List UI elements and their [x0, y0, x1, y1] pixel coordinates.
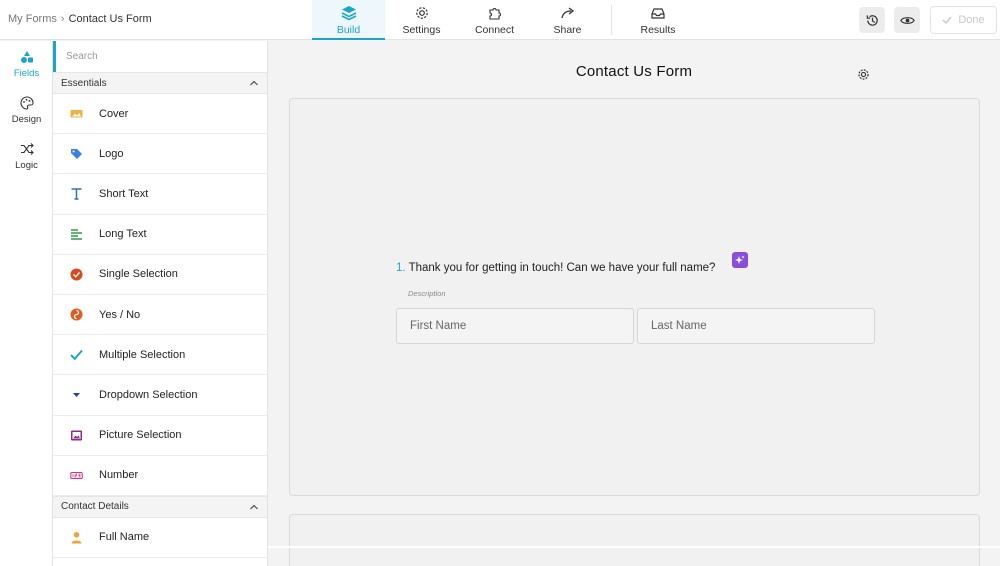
puzzle-icon	[488, 8, 501, 20]
field-short-text[interactable]: Short Text	[53, 174, 267, 215]
field-single-selection[interactable]: Single Selection	[53, 255, 267, 295]
chevron-up-icon	[250, 504, 258, 510]
rail-design[interactable]: Design	[0, 87, 53, 133]
section-essentials-header[interactable]: Essentials	[53, 72, 267, 94]
check-circle-icon	[70, 268, 82, 281]
triangle-down-icon	[72, 393, 80, 398]
paragraph-icon	[70, 228, 82, 240]
field-multiple-selection[interactable]: Multiple Selection	[53, 335, 267, 376]
done-label: Done	[958, 14, 985, 26]
person-icon	[71, 531, 81, 544]
form-canvas: Contact Us Form 1. Thank you for getting …	[268, 41, 1000, 566]
tab-label: Connect	[474, 24, 515, 36]
question-description[interactable]: Description	[408, 289, 446, 298]
rail-label: Design	[11, 113, 42, 125]
field-full-name[interactable]: Full Name	[53, 518, 267, 559]
ai-assist-button[interactable]	[732, 252, 748, 268]
breadcrumb-current: Contact Us Form	[68, 13, 152, 25]
field-label: Cover	[99, 107, 129, 120]
tab-label: Results	[640, 24, 676, 36]
question-card[interactable]: 1. Thank you for getting in touch! Can we…	[289, 98, 980, 496]
section-title: Essentials	[61, 77, 107, 89]
layers-icon	[341, 6, 356, 21]
shuffle-icon	[20, 142, 34, 155]
breadcrumb-separator: ›	[60, 13, 65, 25]
gear-icon	[415, 7, 428, 19]
history-icon	[866, 14, 878, 26]
field-label: Full Name	[99, 531, 150, 544]
field-label: Multiple Selection	[99, 348, 186, 361]
cover-icon	[70, 110, 82, 118]
field-logo[interactable]: Logo	[53, 134, 267, 175]
question-number: 1.	[396, 262, 406, 274]
preview-button[interactable]	[894, 7, 920, 33]
eye-icon	[899, 16, 915, 24]
inbox-icon	[651, 8, 665, 19]
tab-results[interactable]: Results	[616, 0, 700, 40]
field-label: Yes / No	[99, 308, 141, 321]
top-bar: My Forms › Contact Us Form Build Setting…	[0, 0, 1000, 40]
fields-icon	[20, 50, 33, 63]
tab-connect[interactable]: Connect	[458, 0, 531, 40]
first-name-input[interactable]: First Name	[396, 308, 634, 344]
left-rail: Fields Design Logic	[0, 41, 53, 566]
tab-divider	[611, 5, 612, 35]
done-button[interactable]: Done	[930, 6, 997, 34]
field-label: Number	[99, 469, 139, 482]
share-arrow-icon	[560, 7, 574, 19]
tab-share[interactable]: Share	[531, 0, 604, 40]
main-tabs: Build Settings Connect Share Results	[312, 0, 700, 40]
field-label: Long Text	[99, 228, 147, 241]
field-long-text[interactable]: Long Text	[53, 215, 267, 255]
tag-icon	[70, 149, 82, 160]
field-label: Logo	[99, 147, 124, 160]
rail-label: Logic	[15, 159, 38, 171]
tab-settings[interactable]: Settings	[385, 0, 458, 40]
breadcrumb-my-forms[interactable]: My Forms	[8, 13, 57, 25]
tab-label: Build	[336, 24, 361, 36]
form-settings-gear-icon[interactable]	[857, 68, 870, 81]
text-t-icon	[71, 188, 81, 201]
section-contact-details-header[interactable]: Contact Details	[53, 495, 267, 518]
field-label: Picture Selection	[99, 429, 182, 442]
form-title[interactable]: Contact Us Form	[268, 63, 1000, 80]
field-label: Dropdown Selection	[99, 388, 198, 401]
history-button[interactable]	[859, 7, 885, 33]
question-text[interactable]: 1. Thank you for getting in touch! Can we…	[396, 262, 715, 274]
yes-no-icon	[70, 308, 82, 321]
question-label: Thank you for getting in touch! Can we h…	[408, 262, 716, 274]
number-icon	[69, 471, 83, 479]
tab-label: Share	[553, 24, 582, 36]
field-number[interactable]: Number	[53, 456, 267, 496]
last-name-input[interactable]: Last Name	[637, 308, 875, 344]
check-icon	[942, 16, 952, 25]
checkmark-icon	[69, 350, 83, 361]
chevron-up-icon	[250, 80, 258, 86]
field-label: Single Selection	[99, 268, 178, 281]
breadcrumb: My Forms › Contact Us Form	[8, 13, 152, 25]
search-input[interactable]: Search	[53, 41, 267, 72]
sparkle-icon	[735, 255, 745, 264]
section-title: Contact Details	[61, 501, 129, 513]
next-question-card[interactable]	[289, 514, 980, 566]
tab-label: Settings	[402, 24, 441, 36]
field-picture-selection[interactable]: Picture Selection	[53, 416, 267, 456]
rail-label: Fields	[13, 67, 40, 79]
divider	[268, 546, 1000, 548]
palette-icon	[19, 95, 34, 110]
picture-icon	[70, 430, 82, 441]
rail-fields[interactable]: Fields	[0, 41, 53, 87]
rail-logic[interactable]: Logic	[0, 133, 53, 179]
field-label: Short Text	[99, 187, 149, 200]
fields-panel: Search Essentials Cover Logo Short Text …	[53, 41, 268, 566]
field-yes-no[interactable]: Yes / No	[53, 295, 267, 336]
tab-build[interactable]: Build	[312, 0, 385, 40]
field-dropdown-selection[interactable]: Dropdown Selection	[53, 375, 267, 416]
field-cover[interactable]: Cover	[53, 94, 267, 135]
